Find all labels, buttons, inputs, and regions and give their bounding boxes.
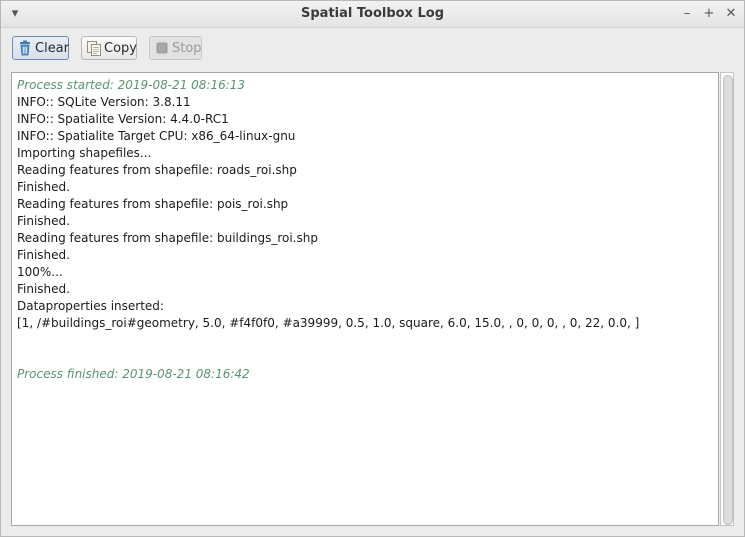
log-line: INFO:: Spatialite Version: 4.4.0-RC1 [17, 112, 229, 126]
stop-button[interactable]: Stop [149, 36, 202, 60]
log-line: Reading features from shapefile: roads_r… [17, 163, 297, 177]
close-icon[interactable]: ✕ [723, 6, 739, 22]
title-bar[interactable]: ▾ Spatial Toolbox Log – + ✕ [1, 1, 744, 28]
window-title: Spatial Toolbox Log [301, 6, 444, 21]
copy-button-label: Copy [104, 41, 137, 56]
log-line: Importing shapefiles... [17, 146, 152, 160]
log-line: INFO:: Spatialite Target CPU: x86_64-lin… [17, 129, 296, 143]
log-line: Process started: 2019-08-21 08:16:13 [17, 78, 246, 92]
minimize-icon[interactable]: – [679, 6, 695, 22]
scrollbar-thumb[interactable] [723, 75, 733, 525]
log-line: Reading features from shapefile: buildin… [17, 231, 318, 245]
log-line: Finished. [17, 214, 70, 228]
log-line: Finished. [17, 248, 70, 262]
log-line: Finished. [17, 180, 70, 194]
log-line: Dataproperties inserted: [17, 299, 164, 313]
copy-button[interactable]: Copy [81, 36, 137, 60]
log-window: ▾ Spatial Toolbox Log – + ✕ Clear Copy S… [0, 0, 745, 537]
log-line: INFO:: SQLite Version: 3.8.11 [17, 95, 191, 109]
log-line: [1, /#buildings_roi#geometry, 5.0, #f4f0… [17, 316, 640, 330]
log-line: Process finished: 2019-08-21 08:16:42 [17, 367, 250, 381]
copy-icon [86, 40, 102, 56]
clear-button-label: Clear [35, 41, 69, 56]
log-output[interactable]: Process started: 2019-08-21 08:16:13 INFO… [11, 72, 719, 526]
log-line: Finished. [17, 282, 70, 296]
maximize-icon[interactable]: + [701, 6, 717, 22]
log-lines: Process started: 2019-08-21 08:16:13 INFO… [17, 77, 714, 383]
stop-icon [154, 40, 170, 56]
log-line: Reading features from shapefile: pois_ro… [17, 197, 289, 211]
stop-button-label: Stop [172, 41, 202, 56]
trash-icon [17, 40, 33, 56]
log-line: 100%... [17, 265, 63, 279]
clear-button[interactable]: Clear [12, 36, 69, 60]
vertical-scrollbar[interactable] [720, 72, 734, 526]
